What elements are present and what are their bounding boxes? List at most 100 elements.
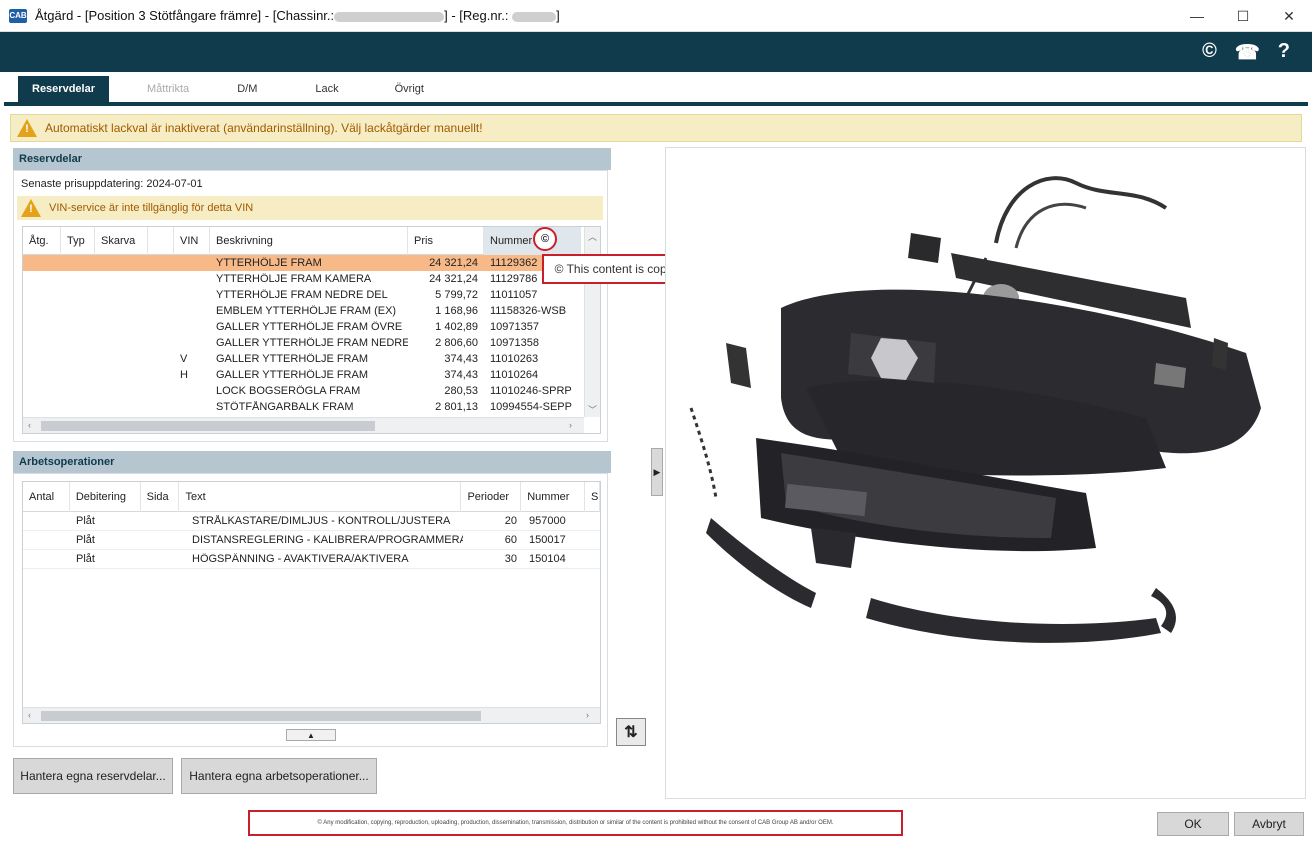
operations-section-header: Arbetsoperationer <box>13 451 611 473</box>
tab-dm[interactable]: D/M <box>219 76 275 102</box>
cell-description: GALLER YTTERHÖLJE FRAM ÖVRE <box>216 321 403 333</box>
cell-vin: H <box>180 369 188 381</box>
scroll-right-icon[interactable]: › <box>569 420 572 430</box>
phone-icon[interactable]: ☎ <box>1235 40 1260 65</box>
col-beskrivning[interactable]: Beskrivning <box>210 227 408 255</box>
minimize-button[interactable]: — <box>1174 0 1220 32</box>
expand-image-toggle[interactable]: ▶ <box>651 448 663 496</box>
col-debitering[interactable]: Debitering <box>70 482 141 512</box>
vin-warning-text: VIN-service är inte tillgänglig för dett… <box>49 202 254 214</box>
col-skarva[interactable]: Skarva <box>95 227 148 255</box>
table-row[interactable]: H GALLER YTTERHÖLJE FRAM 374,43 11010264 <box>23 367 600 383</box>
col-vin[interactable]: VIN <box>174 227 210 255</box>
close-button[interactable]: ✕ <box>1266 0 1312 32</box>
operations-table-header: Antal Debitering Sida Text Perioder Numm… <box>23 482 600 512</box>
cell-price: 24 321,24 <box>429 273 478 285</box>
scroll-right-icon[interactable]: › <box>586 710 589 720</box>
operations-table: Antal Debitering Sida Text Perioder Numm… <box>22 481 601 724</box>
col-sida[interactable]: Sida <box>141 482 180 512</box>
scroll-thumb[interactable] <box>41 711 481 721</box>
col-text[interactable]: Text <box>179 482 462 512</box>
scroll-down-icon[interactable]: ﹀ <box>588 403 597 416</box>
swap-order-button[interactable]: ⇅ <box>616 718 646 746</box>
table-row[interactable]: GALLER YTTERHÖLJE FRAM ÖVRE 1 402,89 10971… <box>23 319 600 335</box>
col-op-nummer[interactable]: Nummer <box>521 482 586 512</box>
cell-op-number: 150017 <box>529 534 566 546</box>
paint-warning-banner: Automatiskt lackval är inaktiverat (anvä… <box>10 114 1302 142</box>
cell-debitering: Plåt <box>76 553 95 565</box>
cell-price: 2 801,13 <box>435 401 478 413</box>
cell-description: GALLER YTTERHÖLJE FRAM <box>216 369 368 381</box>
table-row[interactable]: EMBLEM YTTERHÖLJE FRAM (EX) 1 168,96 11158… <box>23 303 600 319</box>
col-blank[interactable] <box>148 227 174 255</box>
manage-own-parts-button[interactable]: Hantera egna reservdelar... <box>13 758 173 794</box>
tab-ovrigt[interactable]: Övrigt <box>377 76 442 102</box>
triangle-up-icon: ▲ <box>307 730 315 740</box>
col-antal[interactable]: Antal <box>23 482 70 512</box>
table-row[interactable]: YTTERHÖLJE FRAM KAMERA 24 321,24 11129786 <box>23 271 600 287</box>
redacted-regnr <box>512 11 557 22</box>
bumper-illustration <box>689 176 1261 643</box>
copyright-highlight-icon[interactable]: © <box>533 227 557 251</box>
help-icon[interactable]: ? <box>1278 40 1290 65</box>
cell-number: 10971357 <box>490 321 539 333</box>
table-row[interactable]: LOCK BOGSERÖGLA FRAM 280,53 11010246-SPRP <box>23 383 600 399</box>
cell-text: STRÅLKASTARE/DIMLJUS - KONTROLL/JUSTERA <box>192 515 451 527</box>
cell-price: 1 402,89 <box>435 321 478 333</box>
cell-description: YTTERHÖLJE FRAM <box>216 257 322 269</box>
cell-op-number: 957000 <box>529 515 566 527</box>
tab-mattrikta[interactable]: Måttrikta <box>129 76 207 102</box>
table-row[interactable]: YTTERHÖLJE FRAM NEDRE DEL 5 799,72 1101105… <box>23 287 600 303</box>
tab-reservdelar[interactable]: Reservdelar <box>18 76 109 102</box>
redacted-chassis <box>334 11 445 22</box>
table-row[interactable]: GALLER YTTERHÖLJE FRAM NEDRE 2 806,60 1097… <box>23 335 600 351</box>
table-row[interactable]: V GALLER YTTERHÖLJE FRAM 374,43 11010263 <box>23 351 600 367</box>
tab-underline <box>4 102 1308 106</box>
collapse-panel-button[interactable]: ▲ <box>286 729 336 741</box>
scroll-up-icon[interactable]: ︿ <box>588 230 597 243</box>
cell-debitering: Plåt <box>76 515 95 527</box>
maximize-button[interactable]: ☐ <box>1220 0 1266 32</box>
cell-op-number: 150104 <box>529 553 566 565</box>
scroll-left-icon[interactable]: ‹ <box>28 420 31 430</box>
scroll-thumb[interactable] <box>41 421 375 431</box>
cell-price: 374,43 <box>444 369 478 381</box>
cell-description: GALLER YTTERHÖLJE FRAM NEDRE <box>216 337 408 349</box>
scroll-left-icon[interactable]: ‹ <box>28 710 31 720</box>
table-row[interactable]: Plåt STRÅLKASTARE/DIMLJUS - KONTROLL/JUST… <box>23 512 600 531</box>
table-row[interactable]: Plåt HÖGSPÄNNING - AVAKTIVERA/AKTIVERA 30 1… <box>23 550 600 569</box>
parts-table-header: Åtg. Typ Skarva VIN Beskrivning Pris Num… <box>23 227 600 255</box>
operations-table-body: Plåt STRÅLKASTARE/DIMLJUS - KONTROLL/JUST… <box>23 512 600 569</box>
header-band: © ☎ ? <box>0 32 1312 72</box>
col-s[interactable]: S <box>585 482 600 512</box>
parts-table-body: YTTERHÖLJE FRAM 24 321,24 11129362 YTTERHÖL… <box>23 255 600 415</box>
ok-button[interactable]: OK <box>1157 812 1229 836</box>
cell-price: 2 806,60 <box>435 337 478 349</box>
table-row[interactable]: YTTERHÖLJE FRAM 24 321,24 11129362 <box>23 255 600 271</box>
cell-description: LOCK BOGSERÖGLA FRAM <box>216 385 361 397</box>
cell-price: 374,43 <box>444 353 478 365</box>
table-row[interactable]: STÖTFÅNGARBALK FRAM 2 801,13 10994554-SEPP <box>23 399 600 415</box>
col-typ[interactable]: Typ <box>61 227 95 255</box>
paint-warning-text: Automatiskt lackval är inaktiverat (anvä… <box>45 121 483 135</box>
price-update-text: Senaste prisuppdatering: 2024-07-01 <box>21 178 203 190</box>
copyright-icon[interactable]: © <box>1202 40 1217 65</box>
cancel-button[interactable]: Avbryt <box>1234 812 1304 836</box>
col-atg[interactable]: Åtg. <box>23 227 61 255</box>
tab-lack[interactable]: Lack <box>297 76 356 102</box>
vin-warning-banner: VIN-service är inte tillgänglig för dett… <box>17 196 603 220</box>
parts-table: Åtg. Typ Skarva VIN Beskrivning Pris Num… <box>22 226 601 434</box>
table-row[interactable]: Plåt DISTANSREGLERING - KALIBRERA/PROGRAM… <box>23 531 600 550</box>
col-perioder[interactable]: Perioder <box>461 482 522 512</box>
bumper-parts-diagram[interactable] <box>665 147 1306 799</box>
col-pris[interactable]: Pris <box>408 227 484 255</box>
cell-number: 11011057 <box>490 289 538 301</box>
cell-description: YTTERHÖLJE FRAM KAMERA <box>216 273 372 285</box>
warning-icon <box>21 199 41 217</box>
cell-text: DISTANSREGLERING - KALIBRERA/PROGRAMMERA <box>192 534 463 546</box>
cell-text: HÖGSPÄNNING - AVAKTIVERA/AKTIVERA <box>192 553 409 565</box>
warning-icon <box>17 119 37 137</box>
manage-own-operations-button[interactable]: Hantera egna arbetsoperationer... <box>181 758 377 794</box>
parts-horizontal-scrollbar[interactable]: ‹ › <box>23 417 584 433</box>
operations-horizontal-scrollbar[interactable]: ‹ › <box>23 707 600 723</box>
